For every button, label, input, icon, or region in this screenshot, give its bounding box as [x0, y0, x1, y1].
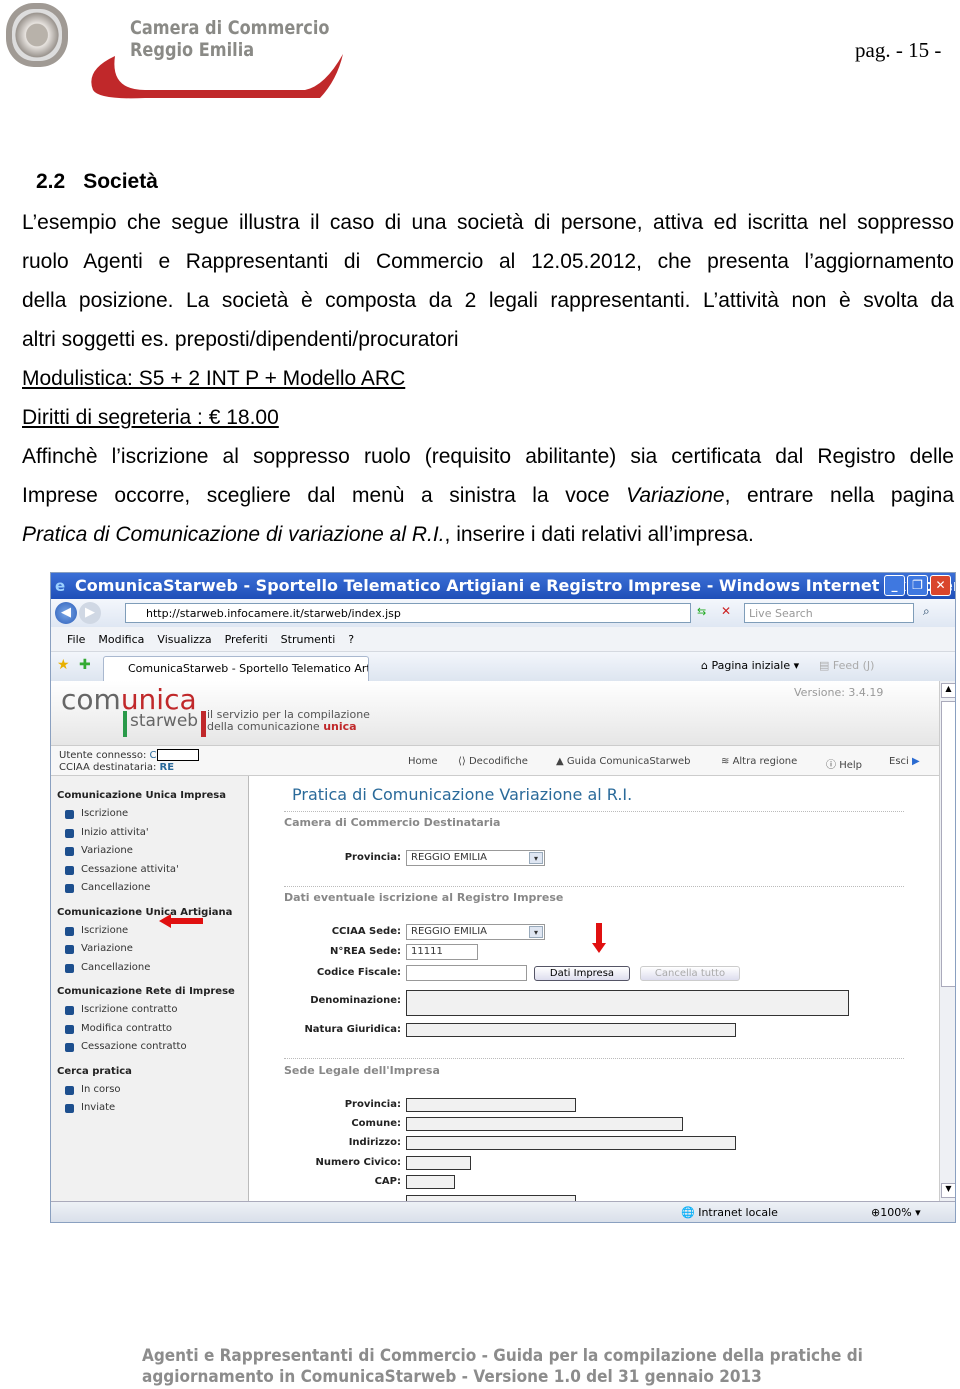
close-button[interactable]: ✕ — [930, 575, 951, 596]
status-bar: 🌐 Intranet locale ⊕100% ▾ — [51, 1201, 955, 1222]
rea-input[interactable]: 11111 — [406, 944, 478, 960]
codice-fiscale-input[interactable] — [406, 965, 527, 981]
stop-icon[interactable]: ✕ — [721, 604, 731, 618]
numero-civico-field — [406, 1156, 471, 1170]
diritti-text: Diritti di segreteria : € 18.00 — [22, 406, 279, 429]
version-label: Versione: 3.4.19 — [794, 686, 884, 699]
menu-strumenti[interactable]: Strumenti — [281, 633, 336, 646]
page-title: Pratica di Comunicazione Variazione al R… — [292, 785, 633, 804]
sidebar-item-inizio-attivita[interactable]: Inizio attivita' — [57, 824, 248, 843]
sidebar-item-iscrizione-contratto[interactable]: Iscrizione contratto — [57, 1001, 248, 1020]
page-number: pag. - 15 - — [855, 38, 942, 62]
dati-impresa-button[interactable]: Dati Impresa — [534, 966, 630, 981]
zoom-level[interactable]: ⊕100% ▾ — [871, 1206, 921, 1219]
nav-esci[interactable]: Esci ▶ — [889, 756, 920, 767]
app-header: comunica starweb il servizio per la comp… — [51, 681, 939, 746]
nav-guida[interactable]: ▲ Guida ComunicaStarweb — [556, 756, 691, 767]
back-icon[interactable]: ◀ — [55, 602, 77, 624]
sidebar-item-art-cancellazione[interactable]: Cancellazione — [57, 959, 248, 978]
natura-giuridica-field — [406, 1023, 736, 1037]
minimize-button[interactable]: _ — [884, 575, 905, 596]
browser-tab[interactable]: ComunicaStarweb - Sportello Telematico A… — [103, 656, 369, 681]
nav-home[interactable]: Home — [408, 756, 438, 767]
intro-paragraph: L’esempio che segue illustra il caso di … — [22, 211, 954, 546]
refresh-icon[interactable]: ⇆ — [697, 605, 706, 618]
intranet-zone: 🌐 Intranet locale — [681, 1206, 778, 1219]
sidebar-item-art-iscrizione[interactable]: Iscrizione — [57, 922, 248, 941]
cancella-tutto-button[interactable]: Cancella tutto — [640, 966, 740, 981]
section-heading: 2.2 Società — [36, 170, 158, 193]
tagline: il servizio per la compilazione della com… — [207, 708, 370, 733]
menu-preferiti[interactable]: Preferiti — [225, 633, 268, 646]
feed-button[interactable]: ▤ Feed (J) — [819, 659, 874, 672]
menu-visualizza[interactable]: Visualizza — [157, 633, 211, 646]
favorites-star-icon[interactable]: ★ — [57, 657, 70, 673]
search-input[interactable]: Live Search — [744, 603, 914, 623]
nav-decodifiche[interactable]: ⟨⟩ Decodifiche — [458, 756, 528, 767]
sidebar-item-modifica-contratto[interactable]: Modifica contratto — [57, 1020, 248, 1039]
forward-icon[interactable]: ▶ — [79, 602, 101, 624]
sidebar-item-art-variazione[interactable]: Variazione — [57, 940, 248, 959]
sede-provincia-field — [406, 1098, 576, 1112]
scrollbar-thumb[interactable] — [941, 701, 955, 987]
modulistica-link: Modulistica: S5 + 2 INT P + Modello ARC — [22, 367, 406, 390]
sidebar-item-variazione[interactable]: Variazione — [57, 842, 248, 861]
provincia-select[interactable]: REGGIO EMILIA ▾ — [406, 850, 545, 866]
add-favorite-icon[interactable]: ✚ — [79, 657, 91, 673]
nav-help[interactable]: ⓘ Help — [826, 756, 862, 771]
chamber-seal-logo — [6, 3, 68, 67]
page-content: comunica starweb il servizio per la comp… — [51, 681, 939, 1201]
window-titlebar: e ComunicaStarweb - Sportello Telematico… — [51, 573, 955, 599]
menu-file[interactable]: File — [67, 633, 85, 646]
vertical-scrollbar[interactable]: ▲ ▼ — [939, 681, 955, 1201]
comune-field — [406, 1117, 683, 1131]
indirizzo-field — [406, 1136, 736, 1150]
tab-bar: ★ ✚ ComunicaStarweb - Sportello Telemati… — [51, 652, 955, 681]
nav-altra-regione[interactable]: ≋ Altra regione — [721, 756, 797, 767]
home-button[interactable]: ⌂ Pagina iniziale ▾ — [701, 659, 799, 672]
red-arrow-left-icon — [159, 914, 203, 928]
menu-modifica[interactable]: Modifica — [98, 633, 144, 646]
logo-text: Camera di Commercio Reggio Emilia — [130, 17, 330, 61]
red-arrow-down-icon — [592, 923, 606, 953]
sidebar-item-iscrizione[interactable]: Iscrizione — [57, 805, 248, 824]
menu-help[interactable]: ? — [348, 633, 354, 646]
maximize-button[interactable]: ❐ — [907, 575, 928, 596]
sidebar: Comunicazione Unica Impresa Iscrizione I… — [51, 776, 249, 1201]
sidebar-item-inviate[interactable]: Inviate — [57, 1099, 248, 1118]
url-input[interactable]: http://starweb.infocamere.it/starweb/ind… — [125, 603, 691, 623]
browser-screenshot: e ComunicaStarweb - Sportello Telematico… — [50, 572, 956, 1223]
sidebar-item-in-corso[interactable]: In corso — [57, 1081, 248, 1100]
page-footer: Agenti e Rappresentanti di Commercio - G… — [142, 1346, 863, 1387]
search-icon[interactable]: ⌕ — [923, 604, 930, 619]
cap-field — [406, 1175, 455, 1189]
denominazione-field — [406, 990, 849, 1016]
sidebar-item-cessazione-contratto[interactable]: Cessazione contratto — [57, 1038, 248, 1057]
sidebar-item-cancellazione[interactable]: Cancellazione — [57, 879, 248, 898]
ie-icon: e — [55, 577, 66, 595]
sidebar-item-cessazione[interactable]: Cessazione attivita' — [57, 861, 248, 880]
cciaa-sede-select[interactable]: REGGIO EMILIA ▾ — [406, 924, 545, 940]
menu-bar: File Modifica Visualizza Preferiti Strumenti… — [51, 627, 955, 652]
address-bar: ◀ ▶ http://starweb.infocamere.it/starweb… — [51, 599, 955, 627]
